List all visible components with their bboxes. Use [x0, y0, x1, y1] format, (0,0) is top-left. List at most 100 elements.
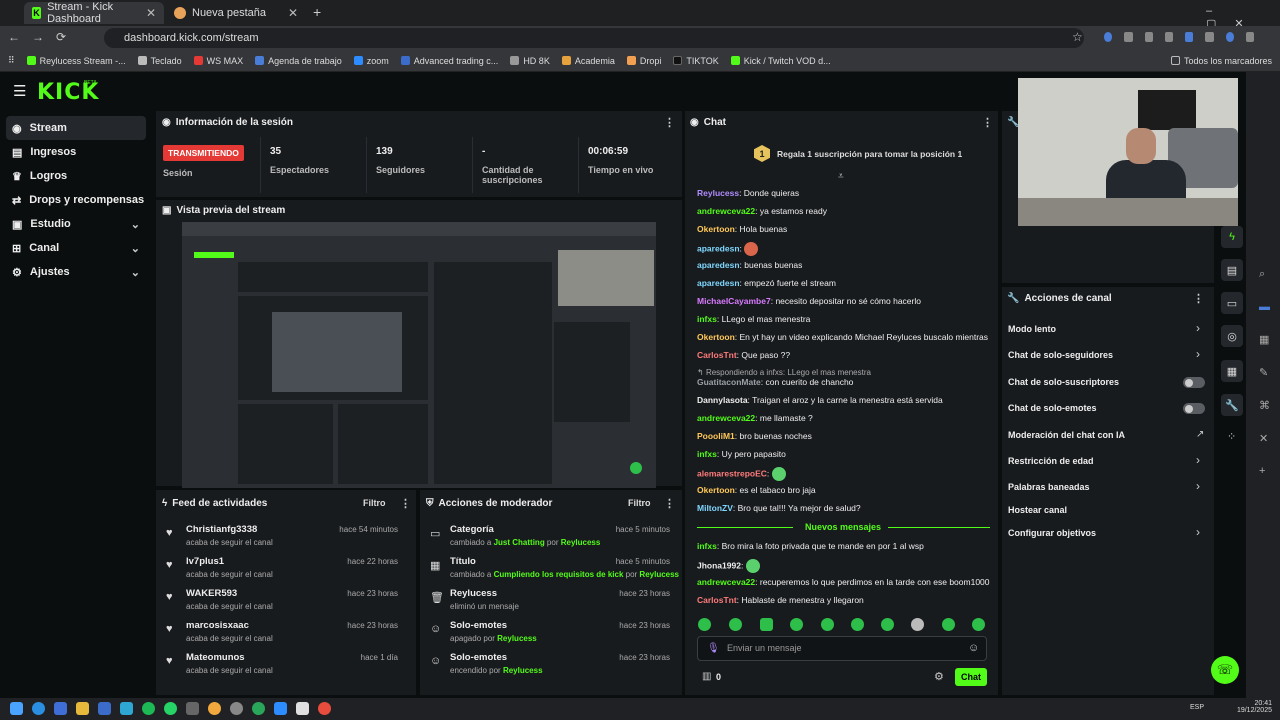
- chat-bubble-icon[interactable]: ▭: [1221, 292, 1243, 314]
- tab-kick-dashboard[interactable]: K Stream - Kick Dashboard ✕: [24, 1, 164, 25]
- chat-message[interactable]: infxs: LLego el mas menestra: [697, 314, 810, 324]
- activity-item[interactable]: ♥ WAKER593 acaba de seguir el canal hace 23…: [158, 588, 408, 620]
- moderator-item[interactable]: ☺ Solo-emotes apagado por Reylucess hace 23…: [422, 620, 680, 652]
- apps-grid-icon[interactable]: ⠿: [8, 55, 15, 66]
- url-bar[interactable]: dashboard.kick.com/stream: [104, 28, 1084, 48]
- action-followers-only[interactable]: Chat de solo-seguidores: [1008, 350, 1113, 360]
- support-chat-icon[interactable]: ☏: [1211, 656, 1239, 684]
- chat-message[interactable]: infxs: Bro mira la foto privada que te m…: [697, 541, 924, 551]
- moderator-item[interactable]: ▦ Título cambiado a Cumpliendo los requisi…: [422, 556, 680, 588]
- start-icon[interactable]: [10, 702, 23, 715]
- activity-item[interactable]: ♥ marcosisxaac acaba de seguir el canal hac…: [158, 620, 408, 652]
- activity-item[interactable]: ♥ Mateomunos acaba de seguir el canal hace …: [158, 652, 408, 684]
- chat-message[interactable]: andrewceva22: me llamaste ?: [697, 413, 813, 423]
- new-messages-label[interactable]: Nuevos mensajes: [805, 522, 881, 532]
- emote-icon[interactable]: [760, 618, 773, 631]
- action-age-restriction[interactable]: Restricción de edad: [1008, 456, 1094, 466]
- chat-message[interactable]: infxs: Uy pero papasito: [697, 449, 786, 459]
- action-ai-moderation[interactable]: Moderación del chat con IA: [1008, 430, 1125, 440]
- sidebar-item-canal[interactable]: ⊞ Canal ⌄: [6, 236, 146, 260]
- emote-icon[interactable]: [942, 618, 955, 631]
- close-tab-icon[interactable]: ✕: [288, 6, 298, 20]
- pinned-chevron-icon[interactable]: ⩡: [838, 171, 844, 182]
- chat-message[interactable]: MichaelCayambe7: necesito depositar no s…: [697, 296, 921, 306]
- chat-message[interactable]: alemarestrepoEC:: [697, 467, 786, 481]
- chevron-right-icon[interactable]: ›: [1196, 479, 1200, 493]
- language-indicator[interactable]: ESP: [1190, 704, 1204, 711]
- action-banned-words[interactable]: Palabras baneadas: [1008, 482, 1090, 492]
- chat-username[interactable]: Okertoon: [697, 332, 735, 342]
- chat-message[interactable]: GuatitaconMate: con cuerito de chancho: [697, 377, 853, 387]
- stream-preview-video[interactable]: [182, 222, 656, 488]
- chat-username[interactable]: aparedesn: [697, 243, 740, 253]
- more-options-icon[interactable]: ⋮: [982, 116, 993, 129]
- server-icon[interactable]: ▦: [1221, 360, 1243, 382]
- chevron-right-icon[interactable]: ›: [1196, 321, 1200, 335]
- more-options-icon[interactable]: ⋮: [664, 116, 675, 129]
- chat-message[interactable]: CarlosTnt: Hablaste de menestra y llegar…: [697, 595, 864, 605]
- emote-icon[interactable]: [851, 618, 864, 631]
- app-icon[interactable]: [186, 702, 199, 715]
- bookmark-item[interactable]: Reylucess Stream -...: [26, 56, 126, 66]
- moderator-filter-button[interactable]: Filtro: [628, 498, 651, 508]
- hamburger-menu-icon[interactable]: ☰: [13, 82, 26, 100]
- app-icon[interactable]: [318, 702, 331, 715]
- chat-message[interactable]: aparedesn: empezó fuerte el stream: [697, 278, 836, 288]
- chat-message[interactable]: Okertoon: En yt hay un video explicando …: [697, 332, 988, 342]
- chat-username[interactable]: alemarestrepoEC: [697, 468, 767, 478]
- activity-item[interactable]: ♥ lv7plus1 acaba de seguir el canal hace 22…: [158, 556, 408, 588]
- chat-username[interactable]: infxs: [697, 541, 717, 551]
- side-panel-icons[interactable]: ⌕ ▬ ▦ ✎ ⌘ ✕ +: [1259, 268, 1270, 477]
- subscribers-only-toggle[interactable]: [1183, 377, 1205, 388]
- action-slow-mode[interactable]: Modo lento: [1008, 324, 1056, 334]
- chat-username[interactable]: aparedesn: [697, 278, 740, 288]
- chat-message[interactable]: aparedesn:: [697, 242, 759, 256]
- chat-message[interactable]: Okertoon: Hola buenas: [697, 224, 787, 234]
- moderator-item[interactable]: ▭ Categoría cambiado a Just Chatting por R…: [422, 524, 680, 556]
- chat-message[interactable]: CarlosTnt: Que paso ??: [697, 350, 790, 360]
- app-icon[interactable]: [252, 702, 265, 715]
- chat-username[interactable]: PoooliM1: [697, 431, 735, 441]
- lightning-icon[interactable]: ϟ: [1221, 226, 1243, 248]
- sidebar-item-drops[interactable]: ⇄ Drops y recompensas: [6, 188, 146, 212]
- chat-username[interactable]: Okertoon: [697, 485, 735, 495]
- action-subscribers-only[interactable]: Chat de solo-suscriptores: [1008, 377, 1119, 387]
- activity-filter-button[interactable]: Filtro: [363, 498, 386, 508]
- bookmark-item[interactable]: Teclado: [137, 56, 182, 66]
- emoji-picker-icon[interactable]: ☺: [968, 642, 979, 654]
- emote-icon[interactable]: [790, 618, 803, 631]
- more-options-icon[interactable]: ⋮: [400, 497, 411, 510]
- new-tab-icon[interactable]: +: [313, 4, 321, 20]
- bookmark-item[interactable]: TIKTOK: [673, 56, 719, 66]
- bookmark-item[interactable]: Dropi: [626, 56, 661, 66]
- chat-message[interactable]: Reylucess: Donde quieras: [697, 188, 799, 198]
- close-tab-icon[interactable]: ✕: [146, 6, 156, 20]
- points-icon[interactable]: ▥: [702, 671, 711, 682]
- tab-new[interactable]: Nueva pestaña ✕: [166, 2, 306, 24]
- chat-settings-icon[interactable]: ⚙: [934, 670, 944, 683]
- chat-username[interactable]: CarlosTnt: [697, 595, 737, 605]
- sidebar-item-ajustes[interactable]: ⚙ Ajustes ⌄: [6, 260, 146, 284]
- sidebar-item-stream[interactable]: ◉ Stream: [6, 116, 146, 140]
- chat-message[interactable]: MiltonZV: Bro que tal!!! Ya mejor de sal…: [697, 503, 861, 513]
- action-host-channel[interactable]: Hostear canal: [1008, 505, 1067, 515]
- chat-message[interactable]: aparedesn: buenas buenas: [697, 260, 802, 270]
- chrome-icon[interactable]: [208, 702, 221, 715]
- chevron-right-icon[interactable]: ›: [1196, 525, 1200, 539]
- gift-banner-text[interactable]: Regala 1 suscripción para tomar la posic…: [777, 149, 962, 159]
- explorer-icon[interactable]: [76, 702, 89, 715]
- emotes-only-toggle[interactable]: [1183, 403, 1205, 414]
- chat-message[interactable]: Dannylasota: Traigan el aroz y la carne …: [697, 395, 943, 405]
- bookmark-item[interactable]: WS MAX: [193, 56, 243, 66]
- activity-item[interactable]: ♥ Christianfg3338 acaba de seguir el canal…: [158, 524, 408, 556]
- clipboard-icon[interactable]: ▤: [1221, 259, 1243, 281]
- emote-icon[interactable]: [972, 618, 985, 631]
- edge-icon[interactable]: [32, 702, 45, 715]
- chat-username[interactable]: Jhona1992: [697, 560, 741, 570]
- app-icon[interactable]: [120, 702, 133, 715]
- nodes-icon[interactable]: ⁘: [1227, 430, 1236, 443]
- chat-message[interactable]: PoooliM1: bro buenas noches: [697, 431, 812, 441]
- whatsapp-icon[interactable]: [164, 702, 177, 715]
- action-emotes-only[interactable]: Chat de solo-emotes: [1008, 403, 1097, 413]
- spotify-icon[interactable]: [142, 702, 155, 715]
